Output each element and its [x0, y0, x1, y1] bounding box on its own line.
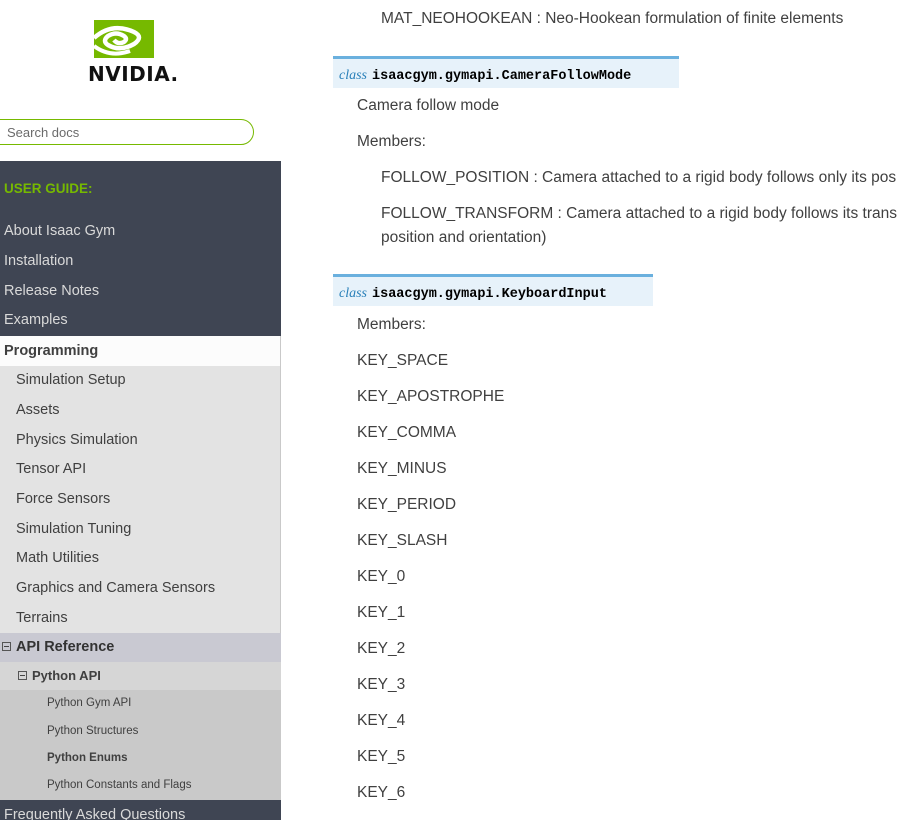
sidebar-item-programming[interactable]: Programming: [0, 336, 281, 367]
sidebar-item-tensor-api[interactable]: Tensor API: [0, 455, 281, 485]
sidebar-item-api-reference[interactable]: API Reference: [0, 633, 281, 663]
sidebar-item-release-notes[interactable]: Release Notes: [0, 277, 281, 307]
enum-member: KEY_PERIOD: [357, 496, 457, 513]
class-keyword: class: [339, 286, 367, 301]
members-label: Members:: [357, 316, 426, 333]
enum-member: KEY_MINUS: [357, 460, 447, 477]
sidebar-item-python-gym-api[interactable]: Python Gym API: [0, 690, 281, 718]
class-signature-camera-follow-mode: class isaacgym.gymapi.CameraFollowMode: [333, 56, 679, 88]
sidebar: NVIDIA. USER GUIDE: About Isaac Gym Inst…: [0, 0, 281, 820]
enum-member-follow-transform-cont: position and orientation): [381, 229, 547, 246]
search-input[interactable]: [0, 119, 254, 145]
enum-member: KEY_SLASH: [357, 532, 448, 549]
sidebar-item-simulation-setup[interactable]: Simulation Setup: [0, 366, 281, 396]
sidebar-item-assets[interactable]: Assets: [0, 395, 281, 426]
enum-member: KEY_SPACE: [357, 352, 449, 369]
sidebar-item-python-structures[interactable]: Python Structures: [0, 717, 281, 745]
sidebar-item-about[interactable]: About Isaac Gym: [0, 217, 281, 247]
sidebar-item-simulation-tuning[interactable]: Simulation Tuning: [0, 514, 281, 545]
nav-caption-user-guide: USER GUIDE:: [4, 181, 93, 196]
enum-member-follow-transform: FOLLOW_TRANSFORM : Camera attached to a …: [381, 205, 897, 222]
sidebar-item-math-utilities[interactable]: Math Utilities: [0, 544, 281, 574]
sidebar-item-label: Python API: [32, 668, 101, 684]
sidebar-item-installation[interactable]: Installation: [0, 247, 281, 277]
collapse-toggle-icon[interactable]: [2, 642, 11, 652]
sidebar-item-graphics-camera-sensors[interactable]: Graphics and Camera Sensors: [0, 574, 281, 604]
nvidia-logo-icon: [92, 20, 154, 58]
enum-member: KEY_3: [357, 676, 406, 693]
sidebar-item-label: API Reference: [16, 639, 115, 656]
class-name: isaacgym.gymapi.CameraFollowMode: [372, 69, 632, 84]
main-content: MAT_NEOHOOKEAN : Neo-Hookean formulation…: [333, 0, 899, 820]
sidebar-item-terrains[interactable]: Terrains: [0, 603, 281, 634]
class-name: isaacgym.gymapi.KeyboardInput: [372, 287, 607, 302]
enum-member: KEY_2: [357, 640, 406, 657]
sidebar-item-physics-simulation[interactable]: Physics Simulation: [0, 425, 281, 456]
enum-member: KEY_0: [357, 568, 406, 585]
sidebar-item-python-constants-flags[interactable]: Python Constants and Flags: [0, 772, 281, 800]
enum-member: KEY_APOSTROPHE: [357, 388, 505, 405]
logo-link[interactable]: NVIDIA.: [0, 0, 281, 110]
enum-member: KEY_4: [357, 712, 406, 729]
sidebar-nav: USER GUIDE: About Isaac Gym Installation…: [0, 161, 281, 820]
class-signature-keyboard-input: class isaacgym.gymapi.KeyboardInput: [333, 274, 653, 306]
members-label: Members:: [357, 133, 426, 150]
class-keyword: class: [339, 68, 367, 83]
sidebar-item-examples[interactable]: Examples: [0, 306, 281, 336]
sidebar-item-faq[interactable]: Frequently Asked Questions: [0, 799, 281, 820]
enum-member: KEY_5: [357, 748, 406, 765]
enum-member-mat-neohookean: MAT_NEOHOOKEAN : Neo-Hookean formulation…: [381, 10, 844, 27]
nvidia-wordmark: NVIDIA.: [88, 62, 179, 86]
sidebar-item-python-enums[interactable]: Python Enums: [0, 744, 281, 773]
sidebar-item-python-api[interactable]: Python API: [0, 662, 281, 691]
class-description: Camera follow mode: [357, 97, 500, 114]
sidebar-item-force-sensors[interactable]: Force Sensors: [0, 484, 281, 515]
enum-member: KEY_1: [357, 604, 406, 621]
enum-member-follow-position: FOLLOW_POSITION : Camera attached to a r…: [381, 169, 897, 186]
collapse-toggle-icon[interactable]: [18, 671, 27, 681]
enum-member: KEY_6: [357, 784, 406, 801]
enum-member: KEY_COMMA: [357, 424, 457, 441]
